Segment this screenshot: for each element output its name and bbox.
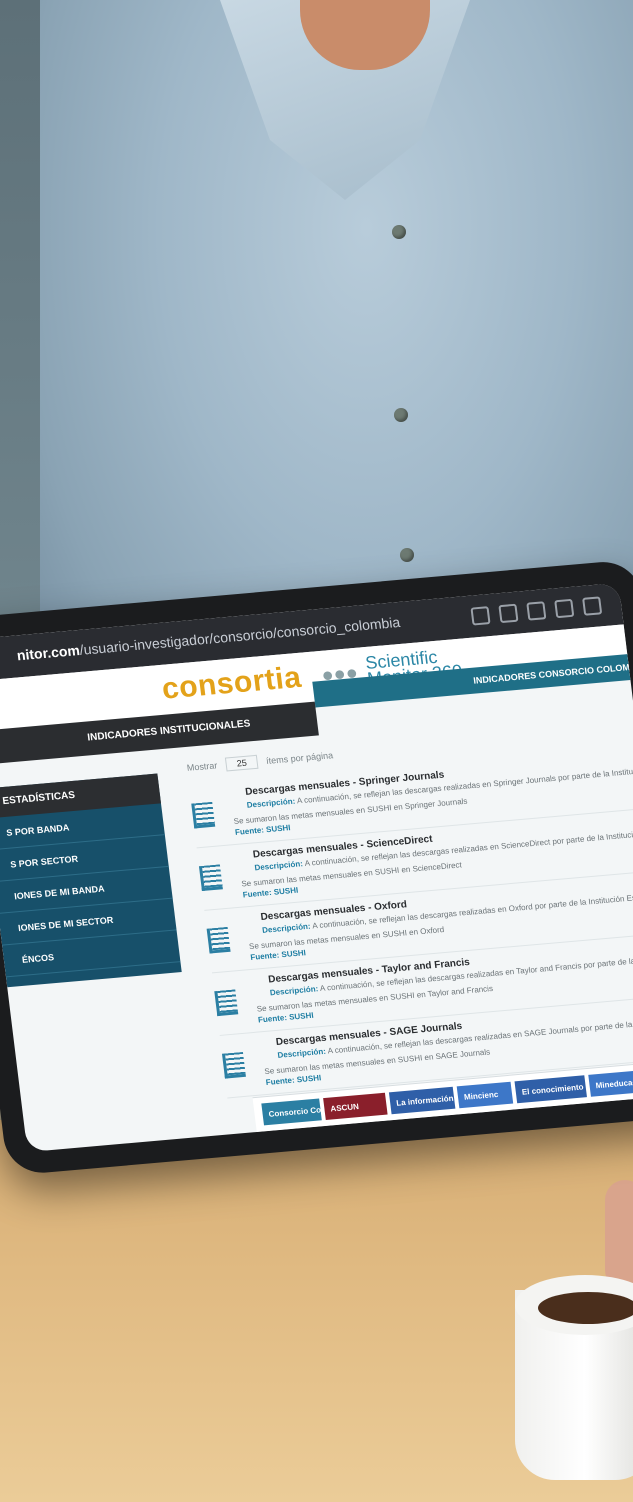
mineducacion-logo[interactable]: Mineducac — [588, 1069, 633, 1097]
settings-icon[interactable] — [582, 596, 603, 616]
show-label: Mostrar — [186, 760, 218, 773]
sidebar: ESTADÍSTICAS S POR BANDA S POR SECTOR IO… — [0, 773, 182, 988]
consorcio-colombia-logo[interactable]: Consorcio Colombia — [261, 1098, 347, 1126]
tablet: nitor.com/usuario-investigador/consorcio… — [0, 558, 633, 1176]
document-icon — [198, 864, 223, 892]
description-label: Descripción: — [261, 921, 312, 935]
description-label: Descripción: — [254, 859, 304, 873]
description-label: Descripción: — [246, 796, 296, 810]
indicator-list: Descargas mensuales - Springer Journals … — [189, 744, 633, 1099]
document-icon — [191, 801, 216, 829]
description-label: Descripción: — [269, 984, 319, 998]
ascun-logo[interactable]: ASCUN — [323, 1092, 388, 1120]
description-label: Descripción: — [277, 1046, 327, 1060]
per-page-label: ítems por página — [265, 750, 334, 766]
coffee — [538, 1292, 633, 1324]
menu-icon[interactable] — [554, 598, 575, 619]
document-icon — [214, 989, 239, 1017]
search-icon[interactable] — [526, 601, 547, 621]
minciencias-logo[interactable]: Mincienc — [456, 1081, 514, 1109]
shirt-button — [394, 408, 408, 422]
browser-icons — [470, 596, 603, 626]
url-domain: nitor.com — [15, 641, 81, 664]
document-icon — [221, 1051, 246, 1079]
document-icon — [206, 926, 231, 954]
gov-knowledge-logo[interactable]: El conocimiento es de todos — [514, 1075, 631, 1104]
tablet-screen: nitor.com/usuario-investigador/consorcio… — [0, 582, 633, 1153]
photo-scene: nitor.com/usuario-investigador/consorcio… — [0, 0, 633, 1502]
gov-info-logo[interactable]: La información es de todos — [388, 1086, 500, 1115]
page-size-control: Mostrar 25 ítems por página — [186, 748, 334, 775]
tabs-icon[interactable] — [470, 606, 491, 626]
shirt-button — [392, 225, 406, 239]
shirt-button — [400, 548, 414, 562]
right-hand — [605, 1180, 633, 1290]
share-icon[interactable] — [498, 603, 519, 624]
consortia-logo[interactable]: consortia — [160, 661, 303, 707]
page-size-select[interactable]: 25 — [224, 754, 259, 772]
